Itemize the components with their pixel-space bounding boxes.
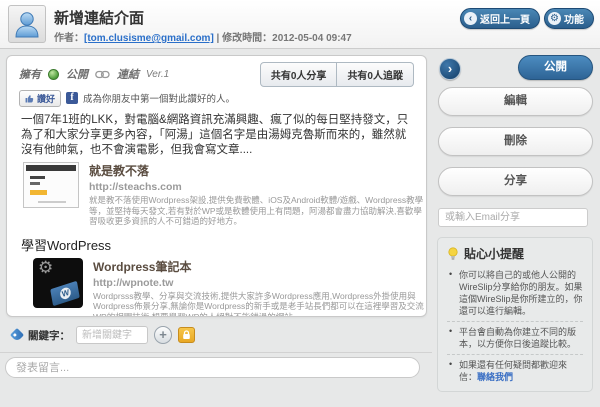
link-preview-wpnote: ⚙ Wordpress筆記本 http://wpnote.tw Wordprss… (23, 257, 424, 316)
link-url: http://steachs.com (89, 181, 182, 193)
author-label: 作者： (54, 33, 84, 44)
contact-us-link[interactable]: 聯絡我們 (477, 372, 513, 382)
website-thumbnail (23, 162, 79, 208)
author-email-link[interactable]: [tom.clusisme@gmail.com] (84, 33, 214, 44)
gear-icon: ⚙ (38, 257, 54, 278)
section-heading: 學習WordPress (21, 237, 112, 253)
edit-button[interactable]: 編輯 (438, 87, 593, 116)
link-description: 就是教不落使用Wordpress架設,提供免費軟體、iOS及Android軟體/… (89, 195, 424, 226)
sidebar: › 公開 編輯 刪除 分享 貼心小提醒 你可以將自己的或他人公開的WireSli… (437, 55, 594, 392)
tip-item: 你可以將自己的或他人公開的WireSlip分享給你的朋友。如果這個WireSli… (447, 265, 583, 322)
like-button[interactable]: 讚好 (19, 89, 62, 107)
avatar (8, 5, 46, 43)
page-title: 新增連結介面 (54, 10, 145, 27)
share-count-button[interactable]: 共有0人分享 (259, 61, 338, 87)
visibility-label: 公開 (66, 69, 88, 81)
person-icon (15, 12, 39, 38)
tips-heading-label: 貼心小提醒 (464, 247, 525, 261)
count-buttons: 共有0人分享 共有0人追蹤 (259, 61, 414, 87)
page-header: 新增連結介面 作者：[tom.clusisme@gmail.com] | 修改時… (0, 0, 600, 49)
link-description: Wordprsss教學、分享與交流技術,提供大家許多Wordpress應用,Wo… (93, 290, 424, 317)
link-url: http://wpnote.tw (93, 276, 174, 289)
facebook-icon: f (66, 92, 79, 104)
delete-button[interactable]: 刪除 (438, 127, 593, 156)
share-button[interactable]: 分享 (438, 167, 593, 196)
modified-time: 修改時間：2012-05-04 09:47 (222, 33, 352, 44)
tag-icon (9, 327, 25, 343)
back-button-label: 返回上一頁 (480, 15, 530, 26)
keyword-label: 關鍵字： (28, 329, 70, 342)
link-title[interactable]: 就是教不落 (89, 162, 424, 179)
tip-item: 如果還有任何疑問都歡迎來信：聯絡我們 (447, 355, 583, 387)
link-detail-card: 擁有 公開 連結 Ver.1 共有0人分享 共有0人追蹤 讚好 f 成為你朋友中… (6, 55, 427, 317)
functions-button[interactable]: ⚙ 功能 (544, 8, 594, 29)
chain-link-icon (95, 70, 110, 78)
ownership-label: 擁有 (19, 69, 41, 81)
website-thumbnail: ⚙ (33, 257, 83, 308)
intro-paragraph: 一個7年1班的LKK，對電腦&網路資訊充滿興趣、瘋了似的每日堅持發文，只為了和大… (21, 114, 409, 156)
divider (0, 352, 432, 353)
visibility-toggle-button[interactable]: 公開 (518, 55, 593, 80)
meta-row: 擁有 公開 連結 Ver.1 共有0人分享 共有0人追蹤 (19, 61, 414, 87)
keyword-row: 關鍵字： + (9, 326, 195, 344)
tips-panel: 貼心小提醒 你可以將自己的或他人公開的WireSlip分享給你的朋友。如果這個W… (437, 237, 593, 392)
follow-count-button[interactable]: 共有0人追蹤 (337, 61, 414, 87)
tip-item: 平台會自動為你建立不同的版本，以方便你日後追蹤比較。 (447, 322, 583, 355)
app-window: 新增連結介面 作者：[tom.clusisme@gmail.com] | 修改時… (0, 0, 600, 407)
tip-text: 你可以將自己的或他人公開的WireSlip分享給你的朋友。如果這個WireSli… (459, 270, 583, 316)
collapse-chevron-button[interactable]: › (439, 58, 461, 80)
add-keyword-button[interactable]: + (154, 326, 172, 344)
keyword-input[interactable] (76, 326, 148, 344)
link-title[interactable]: Wordpress筆記本 (93, 258, 426, 275)
type-label: 連結 (117, 69, 139, 81)
link-preview-steachs: 就是教不落 http://steachs.com 就是教不落使用Wordpres… (23, 162, 423, 227)
back-button[interactable]: ‹ 返回上一頁 (460, 8, 540, 29)
tip-text: 平台會自動為你建立不同的版本，以方便你日後追蹤比較。 (459, 327, 577, 349)
lightbulb-icon (448, 246, 458, 260)
thumbs-up-icon (25, 94, 34, 102)
version-label: Ver.1 (146, 68, 170, 80)
tips-list: 你可以將自己的或他人公開的WireSlip分享給你的朋友。如果這個WireSli… (447, 265, 583, 387)
header-buttons: ‹ 返回上一頁 ⚙ 功能 (460, 8, 594, 29)
gear-icon: ⚙ (548, 12, 561, 25)
facebook-like-row: 讚好 f 成為你朋友中第一個對此讚好的人。 (19, 88, 414, 108)
like-hint-text: 成為你朋友中第一個對此讚好的人。 (83, 94, 236, 105)
tips-heading: 貼心小提醒 (447, 245, 583, 262)
email-share-input[interactable] (438, 208, 588, 227)
meta-separator: | (213, 33, 223, 44)
functions-button-label: 功能 (564, 15, 584, 26)
comment-input[interactable] (5, 357, 420, 378)
chevron-left-icon: ‹ (464, 12, 477, 25)
globe-icon (48, 68, 59, 80)
like-button-label: 讚好 (37, 93, 56, 104)
wordpress-logo (50, 280, 80, 306)
lock-icon[interactable] (178, 327, 195, 343)
author-meta: 作者：[tom.clusisme@gmail.com] | 修改時間：2012-… (54, 29, 352, 44)
